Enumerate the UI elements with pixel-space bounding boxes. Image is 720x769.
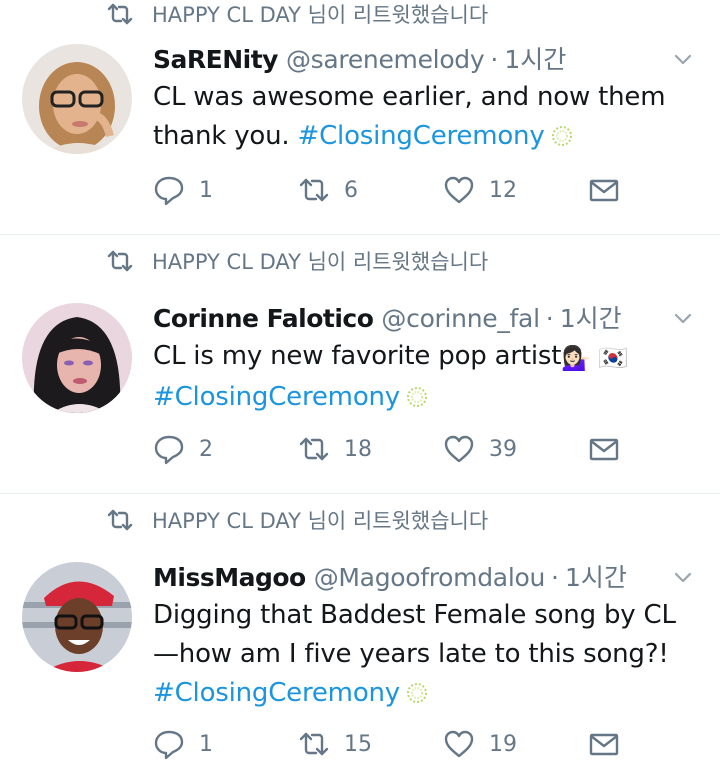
tweet[interactable]: HAPPY CL DAY 님이 리트윗했습니다 SaRENity @sarene… [0,0,720,235]
tweet-text: CL is my new favorite pop artist💁🏻‍♀️ 🇰🇷… [153,337,700,417]
hashtag-link[interactable]: #ClosingCeremony [298,121,545,151]
avatar-image [22,44,132,154]
retweet-icon [299,437,329,461]
tweet-text-line: #ClosingCeremony [153,378,700,417]
chevron-down-icon[interactable] [672,307,694,329]
retweet-button[interactable]: 15 [298,728,443,760]
tweet-actions: 2 18 39 [153,433,653,465]
tweet[interactable]: HAPPY CL DAY 님이 리트윗했습니다 Corinne Falotico… [0,235,720,494]
retweet-icon [107,509,133,531]
like-count: 19 [489,731,517,757]
reply-icon [154,435,184,465]
direct-message-button[interactable] [588,728,634,760]
separator-dot: · [551,563,559,592]
separator-dot: · [490,45,499,74]
user-handle[interactable]: @Magoofromdalou [314,560,546,596]
separator-dot: · [545,304,554,333]
display-name[interactable]: SaRENity [153,42,278,78]
tweet-text-line: CL is my new favorite pop artist💁🏻‍♀️ 🇰🇷 [153,337,700,378]
south-korea-flag-icon: 🇰🇷 [590,344,629,372]
like-button[interactable]: 12 [443,174,588,206]
retweet-context-label: HAPPY CL DAY 님이 리트윗했습니다 [152,250,489,274]
like-button[interactable]: 19 [443,728,588,760]
hashtag-link[interactable]: #ClosingCeremony [153,382,400,412]
tweet-actions: 1 15 19 [153,728,653,760]
user-handle[interactable]: @corinne_fal [381,301,540,337]
reply-count: 1 [199,731,213,757]
closing-ceremony-sparkle-icon [407,387,427,407]
closing-ceremony-sparkle-icon [551,126,572,146]
retweet-icon [107,250,133,272]
tweet-text-line: CL was awesome earlier, and now them [153,82,666,112]
tweet-text-fragment: thank you. [153,121,298,151]
avatar-image [22,303,132,413]
retweet-count: 15 [344,731,372,757]
heart-icon [444,730,474,758]
mail-icon [589,179,619,202]
direct-message-button[interactable] [588,433,634,465]
reply-button[interactable]: 2 [153,433,298,465]
tweet-text-line: thank you. #ClosingCeremony [153,117,700,156]
reply-count: 1 [199,177,213,203]
heart-icon [444,435,474,463]
retweet-count: 18 [344,436,372,462]
tweet-text-line: —how am I five years late to this song?! [153,639,669,669]
chevron-down-icon[interactable] [672,566,694,588]
retweet-button[interactable]: 18 [298,433,443,465]
reply-button[interactable]: 1 [153,728,298,760]
hashtag-link[interactable]: #ClosingCeremony [153,678,400,708]
display-name[interactable]: Corinne Falotico [153,301,374,337]
retweet-context-label: HAPPY CL DAY 님이 리트윗했습니다 [152,3,489,27]
tweet-header: MissMagoo @Magoofromdalou · 1시간 [153,560,700,596]
reply-button[interactable]: 1 [153,174,298,206]
retweet-button[interactable]: 6 [298,174,443,206]
user-handle[interactable]: @sarenemelody [286,42,485,78]
avatar-image [22,562,132,672]
tweet-actions: 1 6 12 [153,174,653,206]
reply-count: 2 [199,436,213,462]
like-count: 39 [489,436,517,462]
retweet-icon [107,3,133,25]
tweet-text-fragment: CL is my new favorite pop artist [153,341,562,371]
chevron-down-icon[interactable] [672,48,694,70]
mail-icon [589,733,619,756]
like-button[interactable]: 39 [443,433,588,465]
retweet-icon [299,178,329,202]
display-name[interactable]: MissMagoo [153,560,306,596]
retweet-context-label: HAPPY CL DAY 님이 리트윗했습니다 [152,509,489,533]
woman-tipping-hand-emoji-icon: 💁🏻‍♀️ [561,344,591,372]
timestamp[interactable]: 1시간 [565,560,627,596]
retweet-icon [299,732,329,756]
tweet-text-line: #ClosingCeremony [153,674,700,713]
tweet[interactable]: HAPPY CL DAY 님이 리트윗했습니다 MissMagoo @Magoo… [0,494,720,760]
timestamp[interactable]: 1시간 [560,301,622,337]
reply-icon [154,176,184,206]
timestamp[interactable]: 1시간 [504,42,566,78]
tweet-header: Corinne Falotico @corinne_fal · 1시간 [153,301,700,337]
heart-icon [444,176,474,204]
tweet-text: Digging that Baddest Female song by CL —… [153,596,700,713]
retweet-context[interactable]: HAPPY CL DAY 님이 리트윗했습니다 [106,0,488,30]
tweet-header: SaRENity @sarenemelody · 1시간 [153,42,700,78]
tweet-text: CL was awesome earlier, and now them tha… [153,78,700,156]
closing-ceremony-sparkle-icon [407,683,427,703]
avatar[interactable] [22,303,132,413]
retweet-count: 6 [344,177,358,203]
avatar[interactable] [22,562,132,672]
direct-message-button[interactable] [588,174,634,206]
tweet-feed: HAPPY CL DAY 님이 리트윗했습니다 SaRENity @sarene… [0,0,720,769]
retweet-context[interactable]: HAPPY CL DAY 님이 리트윗했습니다 [106,504,488,536]
reply-icon [154,730,184,760]
mail-icon [589,438,619,461]
tweet-text-line: Digging that Baddest Female song by CL [153,600,676,630]
like-count: 12 [489,177,517,203]
retweet-context[interactable]: HAPPY CL DAY 님이 리트윗했습니다 [106,245,488,277]
avatar[interactable] [22,44,132,154]
